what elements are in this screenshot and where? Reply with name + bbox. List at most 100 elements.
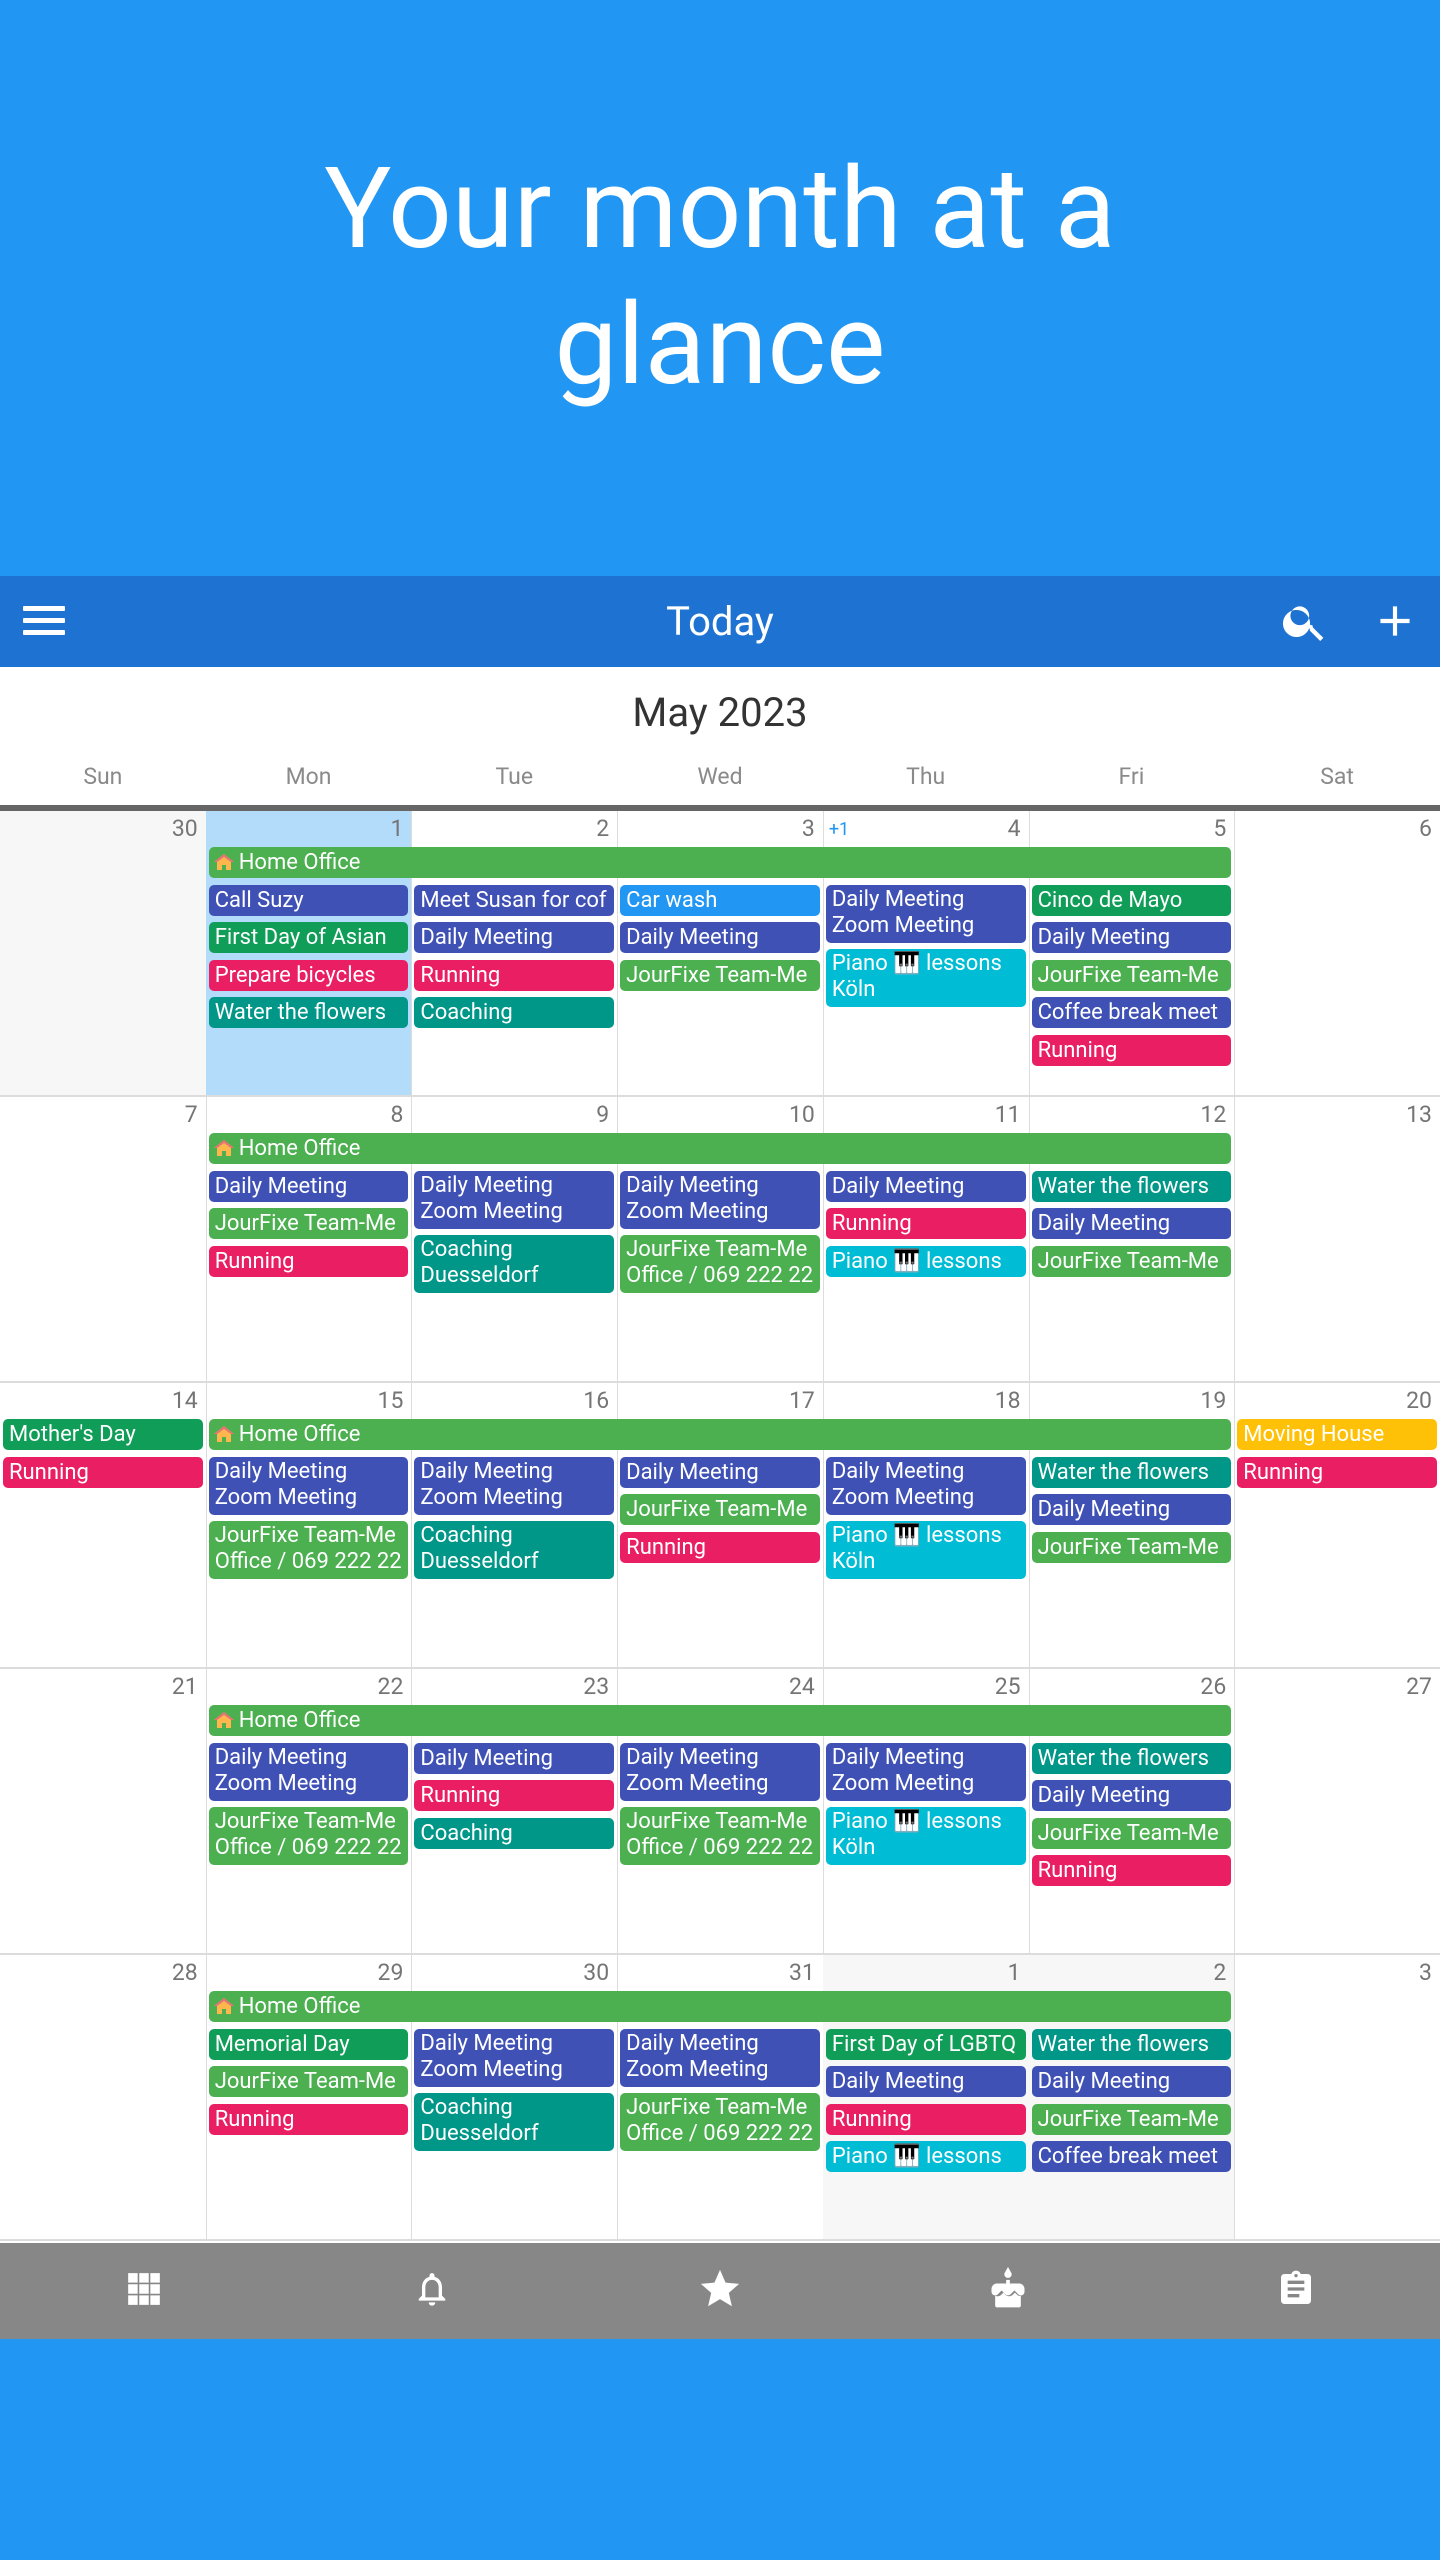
day-cell[interactable]: 28 <box>0 1955 207 2241</box>
multi-day-event[interactable]: Home Office <box>208 1133 1232 1164</box>
calendar-event[interactable]: Coaching Duesseldorf <box>414 1520 615 1579</box>
calendar-event[interactable]: Running <box>3 1456 203 1488</box>
calendar-event[interactable]: JourFixe Team-Me Office / 069 222 22 <box>208 1806 409 1865</box>
calendar-event[interactable]: Running <box>1031 1855 1232 1886</box>
calendar-event[interactable]: JourFixe Team-Me <box>1031 959 1232 991</box>
more-events-indicator[interactable]: +1 <box>829 819 849 840</box>
calendar-event[interactable]: JourFixe Team-Me Office / 069 222 22 <box>620 2092 820 2151</box>
calendar-event[interactable]: Daily Meeting <box>1031 922 1232 953</box>
calendar-event[interactable]: Daily Meeting Zoom Meeting <box>208 1456 409 1515</box>
calendar-event[interactable]: Car wash <box>620 884 820 916</box>
calendar-event[interactable]: Daily Meeting <box>620 1456 820 1488</box>
calendar-event[interactable]: JourFixe Team-Me Office / 069 222 22 <box>620 1806 820 1865</box>
calendar-event[interactable]: Coaching Duesseldorf <box>414 1234 615 1293</box>
nav-birthday-cake-button[interactable] <box>864 2243 1152 2339</box>
calendar-event[interactable]: Coffee break meet <box>1031 997 1232 1028</box>
day-cell[interactable]: 3 <box>1234 1955 1440 2241</box>
calendar-event[interactable]: JourFixe Team-Me <box>620 1494 820 1525</box>
calendar-event[interactable]: Water the flowers <box>1031 1456 1232 1488</box>
calendar-event[interactable]: JourFixe Team-Me <box>1031 1817 1232 1849</box>
calendar-event[interactable]: Daily Meeting <box>1031 1780 1232 1811</box>
calendar-event[interactable]: Daily Meeting <box>414 1742 615 1774</box>
calendar-event[interactable]: JourFixe Team-Me <box>1031 1245 1232 1277</box>
calendar-event[interactable]: JourFixe Team-Me <box>1031 2103 1232 2135</box>
day-cell[interactable]: 7 <box>0 1097 207 1383</box>
month-title[interactable]: May 2023 <box>0 689 1440 736</box>
calendar-event[interactable]: Running <box>825 2103 1026 2135</box>
calendar-event[interactable]: Daily Meeting <box>414 922 615 953</box>
day-cell[interactable]: 6 <box>1234 811 1440 1097</box>
day-cell[interactable]: 13 <box>1234 1097 1440 1383</box>
calendar-event[interactable]: Piano 🎹 lessons Köln <box>825 1806 1026 1865</box>
calendar-event[interactable]: Daily Meeting <box>1031 2066 1232 2097</box>
day-cell[interactable]: 27 <box>1234 1669 1440 1955</box>
day-cell[interactable]: 21 <box>0 1669 207 1955</box>
nav-star-button[interactable] <box>576 2243 864 2339</box>
calendar-event[interactable]: Water the flowers <box>208 997 409 1028</box>
calendar-event[interactable]: Meet Susan for cof <box>414 884 615 916</box>
calendar-event[interactable]: Daily Meeting Zoom Meeting <box>208 1742 409 1801</box>
calendar-event[interactable]: Daily Meeting Zoom Meeting <box>414 1456 615 1515</box>
calendar-event[interactable]: Daily Meeting <box>1031 1208 1232 1239</box>
calendar-event[interactable]: Water the flowers <box>1031 1170 1232 1202</box>
calendar-event[interactable]: Daily Meeting Zoom Meeting <box>825 884 1026 943</box>
calendar-event[interactable]: Coffee break meet <box>1031 2141 1232 2172</box>
calendar-event[interactable]: Daily Meeting <box>208 1170 409 1202</box>
calendar-event[interactable]: Daily Meeting <box>825 2066 1026 2097</box>
calendar-event[interactable]: Running <box>825 1208 1026 1239</box>
calendar-event[interactable]: Daily Meeting <box>620 922 820 953</box>
today-button[interactable]: Today <box>0 576 1440 667</box>
calendar-event[interactable]: Piano 🎹 lessons Köln <box>825 948 1026 1007</box>
calendar-event[interactable]: JourFixe Team-Me <box>620 959 820 991</box>
calendar-event[interactable]: Daily Meeting Zoom Meeting <box>414 2028 615 2087</box>
calendar-event[interactable]: Moving House <box>1237 1419 1437 1450</box>
calendar-event[interactable]: Coaching <box>414 1817 615 1849</box>
calendar-event[interactable]: Call Suzy <box>208 884 409 916</box>
calendar-event[interactable]: Daily Meeting Zoom Meeting <box>414 1170 615 1229</box>
calendar-event[interactable]: First Day of Asian <box>208 922 409 953</box>
menu-icon[interactable] <box>14 594 74 650</box>
multi-day-event[interactable]: Home Office <box>208 1419 1232 1450</box>
calendar-event[interactable]: Piano 🎹 lessons <box>825 2141 1026 2172</box>
calendar-event[interactable]: Piano 🎹 lessons <box>825 1245 1026 1277</box>
calendar-event[interactable]: Coaching <box>414 997 615 1028</box>
calendar-event[interactable]: Running <box>1031 1034 1232 1066</box>
calendar-event[interactable]: Running <box>414 959 615 991</box>
add-icon[interactable] <box>1370 594 1420 648</box>
calendar-event[interactable]: Running <box>414 1780 615 1811</box>
calendar-event[interactable]: Coaching Duesseldorf <box>414 2092 615 2151</box>
calendar-event[interactable]: Water the flowers <box>1031 2028 1232 2060</box>
calendar-event[interactable]: First Day of LGBTQ <box>825 2028 1026 2060</box>
calendar-event[interactable]: Prepare bicycles <box>208 959 409 991</box>
calendar-event[interactable]: Daily Meeting Zoom Meeting <box>620 2028 820 2087</box>
calendar-event[interactable]: Running <box>620 1531 820 1563</box>
calendar-event[interactable]: JourFixe Team-Me <box>208 2066 409 2097</box>
calendar-event[interactable]: Daily Meeting Zoom Meeting <box>825 1742 1026 1801</box>
event-title: Piano 🎹 lessons <box>831 1248 1002 1274</box>
calendar-event[interactable]: JourFixe Team-Me Office / 069 222 22 <box>620 1234 820 1293</box>
nav-calendar-grid-button[interactable] <box>0 2243 288 2339</box>
calendar-event[interactable]: JourFixe Team-Me <box>1031 1531 1232 1563</box>
calendar-event[interactable]: Running <box>208 2103 409 2135</box>
nav-clipboard-button[interactable] <box>1152 2243 1440 2339</box>
search-icon[interactable] <box>1280 596 1330 646</box>
calendar-event[interactable]: Water the flowers <box>1031 1742 1232 1774</box>
calendar-event[interactable]: Daily Meeting <box>825 1170 1026 1202</box>
calendar-event[interactable]: Daily Meeting <box>1031 1494 1232 1525</box>
calendar-event[interactable]: Running <box>208 1245 409 1277</box>
calendar-event[interactable]: JourFixe Team-Me <box>208 1208 409 1239</box>
calendar-event[interactable]: Piano 🎹 lessons Köln <box>825 1520 1026 1579</box>
calendar-event[interactable]: Daily Meeting Zoom Meeting <box>620 1742 820 1801</box>
calendar-event[interactable]: Cinco de Mayo <box>1031 884 1232 916</box>
multi-day-event[interactable]: Home Office <box>208 1705 1232 1736</box>
multi-day-event[interactable]: Home Office <box>208 1991 1232 2022</box>
day-cell[interactable]: 30 <box>0 811 207 1097</box>
calendar-event[interactable]: Running <box>1237 1456 1437 1488</box>
calendar-event[interactable]: JourFixe Team-Me Office / 069 222 22 <box>208 1520 409 1579</box>
calendar-event[interactable]: Memorial Day <box>208 2028 409 2060</box>
nav-bell-button[interactable] <box>288 2243 576 2339</box>
calendar-event[interactable]: Mother's Day <box>3 1419 203 1450</box>
multi-day-event[interactable]: Home Office <box>208 847 1232 878</box>
calendar-event[interactable]: Daily Meeting Zoom Meeting <box>620 1170 820 1229</box>
calendar-event[interactable]: Daily Meeting Zoom Meeting <box>825 1456 1026 1515</box>
